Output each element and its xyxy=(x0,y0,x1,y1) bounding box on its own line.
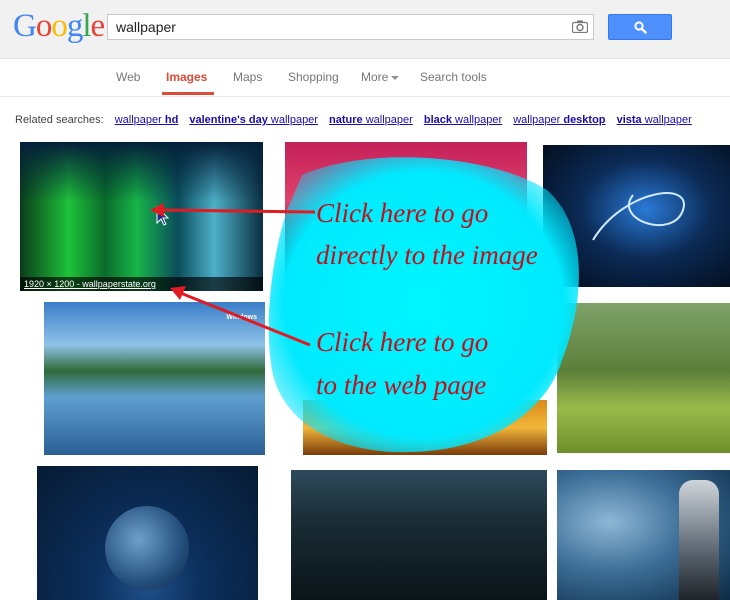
tab-maps[interactable]: Maps xyxy=(233,70,262,84)
image-result[interactable] xyxy=(37,466,258,600)
related-label: Related searches: xyxy=(15,114,104,126)
logo-letter: G xyxy=(13,8,37,44)
related-link[interactable]: vista wallpaper xyxy=(617,114,692,126)
tab-web[interactable]: Web xyxy=(116,70,140,84)
logo-letter: e xyxy=(90,8,106,44)
search-input[interactable] xyxy=(116,15,556,39)
active-tab-indicator xyxy=(162,92,214,95)
search-button[interactable] xyxy=(608,14,672,40)
logo-letter: l xyxy=(82,8,91,44)
camera-icon[interactable] xyxy=(572,20,588,33)
callout-text-webpage: Click here to go xyxy=(316,327,489,357)
callout-text-image-2: directly to the image xyxy=(316,240,538,270)
chevron-down-icon xyxy=(391,75,400,80)
tab-more[interactable]: More xyxy=(361,70,400,84)
logo-letter: o xyxy=(51,8,67,44)
annotation-arrows xyxy=(150,203,316,347)
related-link[interactable]: black wallpaper xyxy=(424,114,502,126)
callout-text-image: Click here to go xyxy=(316,198,489,228)
tab-more-label: More xyxy=(361,70,389,84)
callout-text-webpage-2: to the web page xyxy=(316,370,487,400)
tab-shopping[interactable]: Shopping xyxy=(288,70,339,84)
related-link[interactable]: wallpaper desktop xyxy=(513,114,605,126)
related-link[interactable]: valentine's day wallpaper xyxy=(189,114,318,126)
logo-letter: o xyxy=(35,8,52,44)
planet-graphic xyxy=(105,506,189,590)
light-swirl-graphic xyxy=(592,192,685,241)
tab-search-tools[interactable]: Search tools xyxy=(420,70,487,84)
search-box[interactable] xyxy=(107,14,594,40)
tab-images[interactable]: Images xyxy=(166,70,207,84)
header: Google xyxy=(0,0,730,59)
knight-graphic xyxy=(679,480,719,600)
image-result[interactable] xyxy=(557,470,730,600)
related-link[interactable]: nature wallpaper xyxy=(329,114,413,126)
nav-tabs: Web Images Maps Shopping More Search too… xyxy=(0,58,730,97)
logo-letter: g xyxy=(66,8,83,44)
image-result[interactable] xyxy=(291,470,547,600)
google-logo[interactable]: Google xyxy=(13,8,106,45)
search-icon xyxy=(634,21,647,34)
related-searches: Related searches: wallpaper hd valentine… xyxy=(15,114,692,126)
related-link[interactable]: wallpaper hd xyxy=(115,114,179,126)
